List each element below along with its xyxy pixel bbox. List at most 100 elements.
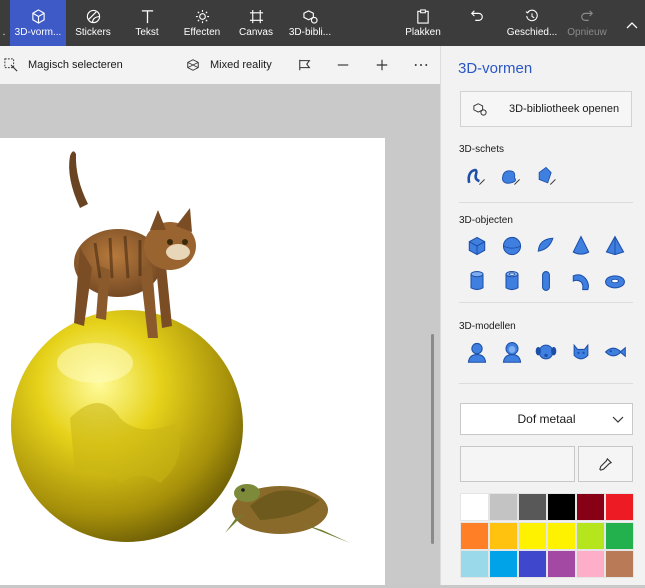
sun-icon [194, 8, 210, 24]
woman-icon [502, 342, 521, 363]
cone-shape-button[interactable] [567, 232, 595, 260]
color-swatch[interactable] [489, 493, 518, 521]
woman-shape-button[interactable] [498, 338, 526, 366]
color-swatch[interactable] [547, 493, 576, 521]
hemisphere-shape-button[interactable] [532, 232, 560, 260]
man-shape-button[interactable] [463, 338, 491, 366]
models-section-label: 3D-modellen [459, 321, 516, 332]
dog-shape-button[interactable] [532, 338, 560, 366]
top-toolbar: . 3D-vorm... Stickers Tekst Effecten Can… [0, 0, 645, 46]
tube-shape-button[interactable] [498, 267, 526, 295]
pyramid-shape-button[interactable] [601, 232, 629, 260]
zoom-in-button[interactable] [375, 46, 399, 84]
panel-title: 3D-vormen [458, 60, 533, 77]
curved-tube-shape-button[interactable] [567, 267, 595, 295]
color-swatch[interactable] [518, 493, 547, 521]
tool-3d-shapes[interactable]: 3D-vorm... [10, 0, 66, 46]
color-swatch[interactable] [547, 550, 576, 578]
tool-label: Stickers [75, 27, 111, 38]
capsule-icon [542, 271, 550, 291]
sphere-shape-button[interactable] [498, 232, 526, 260]
redo-button[interactable]: Opnieuw [564, 0, 610, 46]
cat-shape-button[interactable] [567, 338, 595, 366]
open-3d-library-button[interactable]: 3D-bibliotheek openen [460, 91, 632, 127]
tube-doodle-icon [538, 166, 556, 185]
canvas-icon [248, 8, 264, 24]
color-swatch[interactable] [489, 521, 518, 550]
tool-stickers[interactable]: Stickers [68, 0, 118, 46]
color-swatch[interactable] [460, 493, 489, 521]
color-swatch[interactable] [605, 521, 634, 550]
tool-3d-library[interactable]: 3D-bibli... [284, 0, 336, 46]
undo-icon [469, 8, 485, 24]
soft-edge-doodle-icon [501, 170, 520, 185]
color-swatch[interactable] [605, 493, 634, 521]
open-3d-library-label: 3D-bibliotheek openen [509, 103, 620, 115]
color-swatch[interactable] [576, 493, 605, 521]
sketch-section-label: 3D-schets [459, 144, 505, 155]
sharp-edge-doodle-shape-button[interactable] [462, 162, 490, 190]
tube-doodle-shape-button[interactable] [532, 162, 560, 190]
yellow-sphere[interactable] [11, 310, 243, 542]
magic-select-button[interactable]: Magisch selecteren [4, 46, 123, 84]
history-icon [524, 8, 540, 24]
tool-label: Canvas [239, 27, 273, 38]
turtle-model[interactable] [225, 484, 350, 543]
mixed-reality-icon [187, 59, 199, 71]
material-value: Dof metaal [517, 412, 576, 426]
curved-tube-icon [572, 274, 589, 291]
cat-model[interactable] [69, 151, 196, 338]
magic-select-label: Magisch selecteren [28, 59, 123, 71]
fish-shape-button[interactable] [601, 338, 629, 366]
history-label: Geschied... [506, 27, 558, 38]
eyedropper-button[interactable] [578, 446, 633, 482]
plus-icon [376, 59, 388, 71]
capsule-shape-button[interactable] [532, 267, 560, 295]
history-button[interactable]: Geschied... [506, 0, 558, 46]
minus-icon [337, 64, 349, 66]
donut-icon [605, 275, 625, 289]
sharp-edge-doodle-icon [467, 168, 485, 185]
tool-label: 3D-vorm... [14, 27, 62, 38]
color-swatch[interactable] [518, 550, 547, 578]
magic-select-icon [4, 58, 18, 72]
menu-edge[interactable]: . [0, 0, 8, 46]
library-icon [302, 8, 318, 24]
separator [459, 383, 633, 384]
shapes-panel: 3D-vormen 3D-bibliotheek openen 3D-schet… [440, 46, 645, 585]
color-swatch[interactable] [518, 521, 547, 550]
color-swatch[interactable] [576, 521, 605, 550]
redo-label: Opnieuw [567, 27, 607, 38]
mixed-reality-button[interactable]: Mixed reality [186, 46, 272, 84]
color-swatch[interactable] [547, 521, 576, 550]
color-swatch[interactable] [460, 521, 489, 550]
color-swatch[interactable] [605, 550, 634, 578]
more-options-button[interactable] [414, 46, 438, 84]
cube-icon [30, 8, 46, 24]
current-color-preview[interactable] [460, 446, 575, 482]
tool-text[interactable]: Tekst [124, 0, 170, 46]
tool-label: Effecten [183, 27, 221, 38]
tool-canvas[interactable]: Canvas [234, 0, 278, 46]
undo-button[interactable] [462, 0, 492, 46]
vertical-scrollbar[interactable] [431, 334, 434, 544]
donut-shape-button[interactable] [601, 267, 629, 295]
view-flag-button[interactable] [298, 46, 322, 84]
color-swatch[interactable] [576, 550, 605, 578]
paste-button[interactable]: Plakken [400, 0, 446, 46]
cube-shape-button[interactable] [463, 232, 491, 260]
workspace [0, 84, 440, 585]
chevron-up-icon [626, 21, 638, 32]
soft-edge-doodle-shape-button[interactable] [497, 162, 525, 190]
material-select[interactable]: Dof metaal [460, 403, 633, 435]
cylinder-shape-button[interactable] [463, 267, 491, 295]
color-swatch[interactable] [460, 550, 489, 578]
tool-effects[interactable]: Effecten [176, 0, 228, 46]
chevron-down-icon [612, 416, 624, 423]
pyramid-icon [605, 235, 625, 256]
zoom-out-button[interactable] [336, 46, 360, 84]
text-icon [139, 8, 155, 24]
color-swatch[interactable] [489, 550, 518, 578]
collapse-button[interactable] [620, 0, 644, 46]
canvas[interactable] [0, 138, 385, 585]
